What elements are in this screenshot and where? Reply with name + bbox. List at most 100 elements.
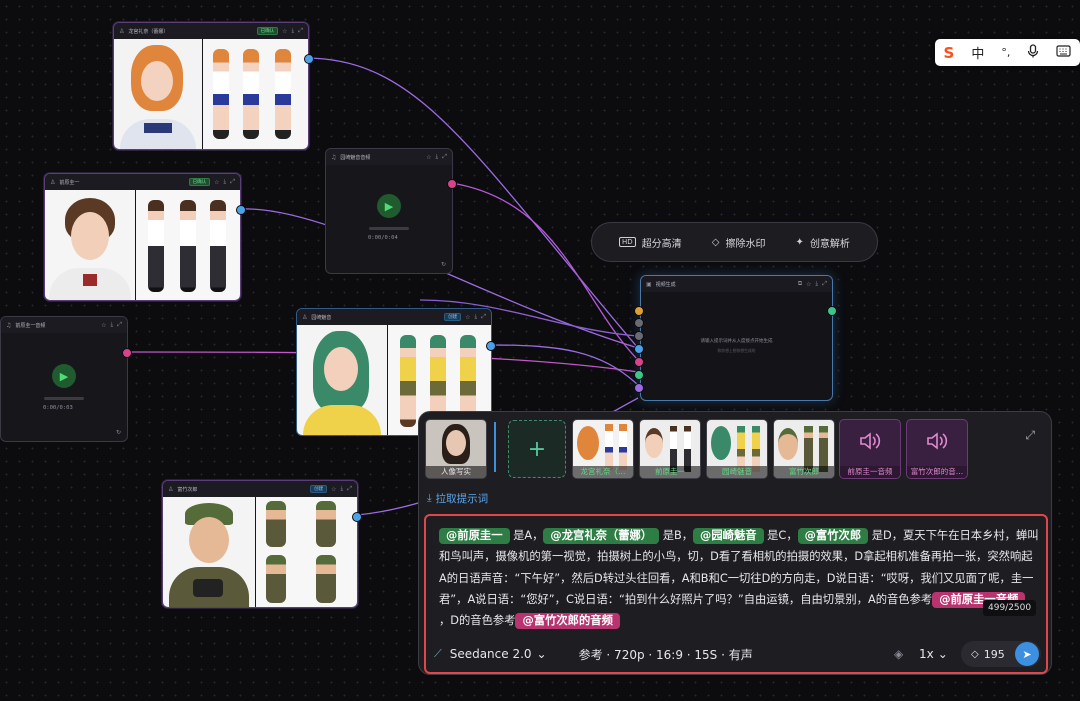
input-port-2[interactable] — [634, 318, 644, 328]
status-badge: 创建 — [310, 485, 328, 493]
copy-icon[interactable]: ⧉ — [798, 280, 802, 288]
send-button[interactable]: ➤ — [1015, 642, 1039, 666]
ref-thumb-fu-zhu[interactable]: 富竹次郎 — [773, 419, 835, 479]
node-video-gen[interactable]: ▣ 视频生成 ⧉ ☆ ⤓ ⤢ 请输入提示词并从入度接点开始生成 和你想上想你想生… — [640, 275, 833, 401]
node-title: 视频生成 — [655, 281, 676, 288]
pull-prompt-button[interactable]: ⤓ 拉取提示词 — [427, 491, 488, 506]
node-qian-audio[interactable]: ♫ 前原圭一音频 ☆ ⤓ ⤢ ▶ 0:00/0:03 ↻ — [0, 316, 128, 442]
collapse-icon[interactable]: ⤢ — [1025, 428, 1035, 443]
star-icon[interactable]: ☆ — [426, 154, 431, 161]
erase-watermark-button[interactable]: ◇ 擦除水印 — [712, 235, 766, 250]
toolbar-label: 超分高清 — [641, 238, 682, 250]
node-yuan-audio[interactable]: ♫ 园崎魅音音频 ☆ ⤓ ⤢ ▶ 0:00/0:04 ↻ — [325, 148, 453, 274]
node-long-gong[interactable]: ♙ 龙宫礼奈（蕾娜） 已确认 ☆ ⤓ ⤢ — [113, 22, 309, 150]
expand-icon[interactable]: ⤢ — [117, 321, 122, 329]
prompt-text[interactable]: @前原圭一 是A， @龙宫礼奈（蕾娜） 是B， @园崎魅音 是C， @富竹次郎 是D，… — [439, 525, 1039, 631]
input-port-6[interactable] — [634, 370, 644, 380]
char-counter: 499/2500 — [983, 600, 1037, 616]
input-port-1[interactable] — [634, 306, 644, 316]
output-port[interactable] — [827, 306, 837, 316]
expand-icon[interactable]: ⤢ — [822, 280, 827, 288]
node-title: 园崎魅音音频 — [340, 154, 371, 161]
mention-tag[interactable]: @富竹次郎 — [797, 528, 869, 544]
ref-thumb-qian-yuan[interactable]: 前原圭一 — [639, 419, 701, 479]
expand-icon[interactable]: ⤢ — [298, 27, 303, 35]
keyboard-icon[interactable] — [1056, 44, 1072, 61]
output-port[interactable] — [122, 348, 132, 358]
status-badge: 已确认 — [256, 27, 279, 35]
expand-icon[interactable]: ⤢ — [481, 313, 486, 321]
play-button[interactable]: ▶ — [377, 194, 401, 218]
seedance-logo-icon: ⟋ — [434, 647, 442, 660]
speed-select[interactable]: 1x ⌄ — [919, 647, 948, 661]
play-button[interactable]: ▶ — [52, 364, 76, 388]
ref-thumb-long-gong[interactable]: 龙宫礼奈（… — [572, 419, 634, 479]
node-qian-yuan[interactable]: ♙ 前原圭一 已确认 ☆ ⤓ ⤢ — [44, 173, 241, 301]
expand-icon[interactable]: ⤢ — [442, 153, 447, 161]
download-icon[interactable]: ⤓ — [475, 313, 478, 321]
ime-mode[interactable]: 中 — [971, 43, 984, 62]
model-select[interactable]: Seedance 2.0 ⌄ — [450, 647, 547, 661]
ref-thumb-fu-audio[interactable]: 富竹次郎的音… — [906, 419, 968, 479]
prompt-textarea[interactable]: @前原圭一 是A， @龙宫礼奈（蕾娜） 是B， @园崎魅音 是C， @富竹次郎 是D，… — [424, 514, 1048, 674]
download-icon[interactable]: ⤓ — [292, 27, 295, 35]
output-port[interactable] — [352, 512, 362, 522]
node-header[interactable]: ▣ 视频生成 ⧉ ☆ ⤓ ⤢ — [641, 276, 832, 292]
expand-icon[interactable]: ⤢ — [347, 485, 352, 493]
node-fu-zhu[interactable]: ♙ 富竹次郎 创建 ☆ ⤓ ⤢ — [162, 480, 358, 608]
toolbar-label: 擦除水印 — [725, 238, 766, 250]
creative-analysis-button[interactable]: ✦ 创意解析 — [796, 235, 850, 250]
audio-time: 0:00/0:03 — [43, 405, 73, 411]
node-header[interactable]: ♙ 园崎魅音 创建 ☆ ⤓ ⤢ — [297, 309, 491, 325]
node-header[interactable]: ♙ 富竹次郎 创建 ☆ ⤓ ⤢ — [163, 481, 357, 497]
download-icon[interactable]: ⤓ — [111, 321, 114, 329]
node-header[interactable]: ♙ 前原圭一 已确认 ☆ ⤓ ⤢ — [45, 174, 240, 190]
ref-thumb-portrait-style[interactable]: 人像写实 — [425, 419, 487, 479]
output-port[interactable] — [304, 54, 314, 64]
star-icon[interactable]: ☆ — [806, 281, 811, 288]
star-icon[interactable]: ☆ — [282, 28, 287, 35]
download-icon[interactable]: ⤓ — [816, 280, 819, 288]
layers-icon[interactable]: ◈ — [894, 647, 903, 661]
download-icon[interactable]: ⤓ — [224, 178, 227, 186]
ime-punct[interactable]: °, — [1001, 46, 1010, 59]
speaker-icon — [858, 430, 882, 456]
node-header[interactable]: ♫ 前原圭一音频 ☆ ⤓ ⤢ — [1, 317, 127, 333]
ime-logo[interactable]: S — [944, 44, 955, 62]
input-port-7[interactable] — [634, 383, 644, 393]
refresh-icon[interactable]: ↻ — [441, 261, 446, 268]
expand-icon[interactable]: ⤢ — [230, 178, 235, 186]
generation-params[interactable]: 参考 · 720p · 16:9 · 15S · 有声 — [579, 646, 753, 663]
add-reference-button[interactable]: + — [508, 420, 566, 478]
node-header[interactable]: ♫ 园崎魅音音频 ☆ ⤓ ⤢ — [326, 149, 452, 165]
mic-icon[interactable] — [1027, 43, 1039, 62]
star-icon[interactable]: ☆ — [331, 486, 336, 493]
ref-thumb-yuan-qi[interactable]: 园崎魅音 — [706, 419, 768, 479]
input-port-4[interactable] — [634, 344, 644, 354]
hd-icon: HD — [619, 237, 636, 247]
download-icon[interactable]: ⤓ — [436, 153, 439, 161]
hd-upscale-button[interactable]: HD 超分高清 — [619, 235, 682, 250]
mention-tag[interactable]: @园崎魅音 — [693, 528, 764, 544]
output-port[interactable] — [236, 205, 246, 215]
refresh-icon[interactable]: ↻ — [116, 429, 121, 436]
music-icon: ♫ — [331, 153, 337, 161]
chevron-down-icon: ⌄ — [536, 647, 547, 661]
thumb-divider — [494, 422, 496, 472]
output-port[interactable] — [447, 179, 457, 189]
ref-thumb-qian-audio[interactable]: 前原圭一音频 — [839, 419, 901, 479]
mention-tag[interactable]: @龙宫礼奈（蕾娜） — [543, 528, 660, 544]
portrait-image — [114, 39, 202, 149]
mention-tag[interactable]: @前原圭一 — [439, 528, 510, 544]
audio-progress-bar[interactable] — [369, 227, 409, 230]
node-header[interactable]: ♙ 龙宫礼奈（蕾娜） 已确认 ☆ ⤓ ⤢ — [114, 23, 308, 39]
mention-tag[interactable]: @富竹次郎的音频 — [515, 613, 620, 630]
output-port[interactable] — [486, 341, 496, 351]
input-port-3[interactable] — [634, 331, 644, 341]
star-icon[interactable]: ☆ — [214, 179, 219, 186]
input-port-5[interactable] — [634, 357, 644, 367]
star-icon[interactable]: ☆ — [465, 314, 470, 321]
download-icon[interactable]: ⤓ — [341, 485, 344, 493]
star-icon[interactable]: ☆ — [101, 322, 106, 329]
audio-progress-bar[interactable] — [44, 397, 84, 400]
